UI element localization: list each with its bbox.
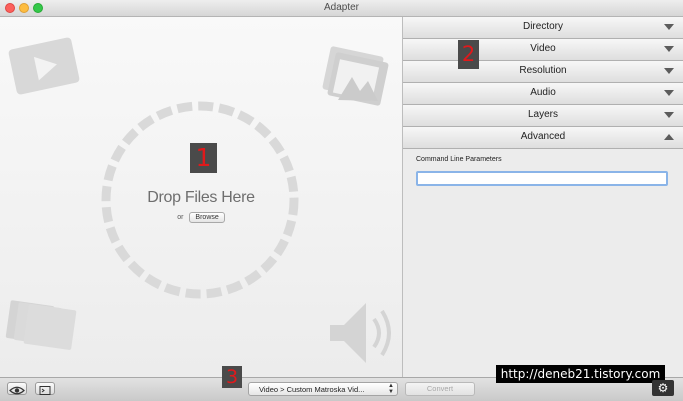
- section-video-label: Video: [530, 43, 556, 54]
- drop-files-heading: Drop Files Here: [147, 189, 255, 206]
- disclosure-down-icon: [664, 24, 674, 30]
- disclosure-up-icon: [664, 134, 674, 140]
- browse-row: or Browse: [0, 212, 402, 223]
- disclosure-down-icon: [664, 68, 674, 74]
- photos-icon: [322, 46, 389, 106]
- section-audio[interactable]: Audio: [403, 83, 683, 105]
- section-layers[interactable]: Layers: [403, 105, 683, 127]
- drop-zone[interactable]: Drop Files Here or Browse: [0, 17, 403, 377]
- watermark-text: http://deneb21.tistory.com: [496, 365, 665, 383]
- convert-button[interactable]: Convert: [405, 382, 475, 396]
- window-title: Adapter: [323, 2, 360, 13]
- eye-icon: [9, 386, 25, 395]
- annotation-badge-3: 3: [222, 366, 242, 388]
- video-play-icon: [8, 37, 80, 95]
- terminal-icon: [39, 386, 51, 395]
- preview-toggle-button[interactable]: [7, 382, 27, 395]
- section-audio-label: Audio: [530, 87, 556, 98]
- section-directory[interactable]: Directory: [403, 17, 683, 39]
- settings-button[interactable]: ⚙: [652, 380, 674, 396]
- gear-icon: ⚙: [657, 381, 669, 395]
- annotation-badge-1: 1: [190, 143, 217, 173]
- terminal-log-button[interactable]: [35, 382, 55, 395]
- select-updown-icon: ▲ ▼: [388, 383, 394, 395]
- output-preset-select[interactable]: Video > Custom Matroska Vid... ▲ ▼: [248, 382, 398, 396]
- disclosure-down-icon: [664, 46, 674, 52]
- command-line-input[interactable]: [416, 171, 668, 186]
- image-sequence-icon: [5, 300, 77, 350]
- disclosure-down-icon: [664, 112, 674, 118]
- section-advanced-label: Advanced: [520, 131, 566, 142]
- command-line-label: Command Line Parameters: [416, 156, 502, 163]
- section-resolution-label: Resolution: [519, 65, 567, 76]
- advanced-section-body: Command Line Parameters: [403, 149, 683, 377]
- section-directory-label: Directory: [522, 21, 563, 32]
- section-video[interactable]: Video: [403, 39, 683, 61]
- annotation-badge-2: 2: [458, 40, 479, 69]
- browse-button[interactable]: Browse: [189, 212, 225, 223]
- title-bar: Adapter: [0, 0, 683, 17]
- section-advanced[interactable]: Advanced: [403, 127, 683, 149]
- disclosure-down-icon: [664, 90, 674, 96]
- output-preset-value: Video > Custom Matroska Vid...: [259, 385, 365, 394]
- audio-speaker-icon: [330, 303, 391, 363]
- section-resolution[interactable]: Resolution: [403, 61, 683, 83]
- settings-panel: Directory Video Resolution Audio Layers …: [403, 17, 683, 377]
- or-label: or: [177, 214, 184, 221]
- section-layers-label: Layers: [527, 109, 558, 120]
